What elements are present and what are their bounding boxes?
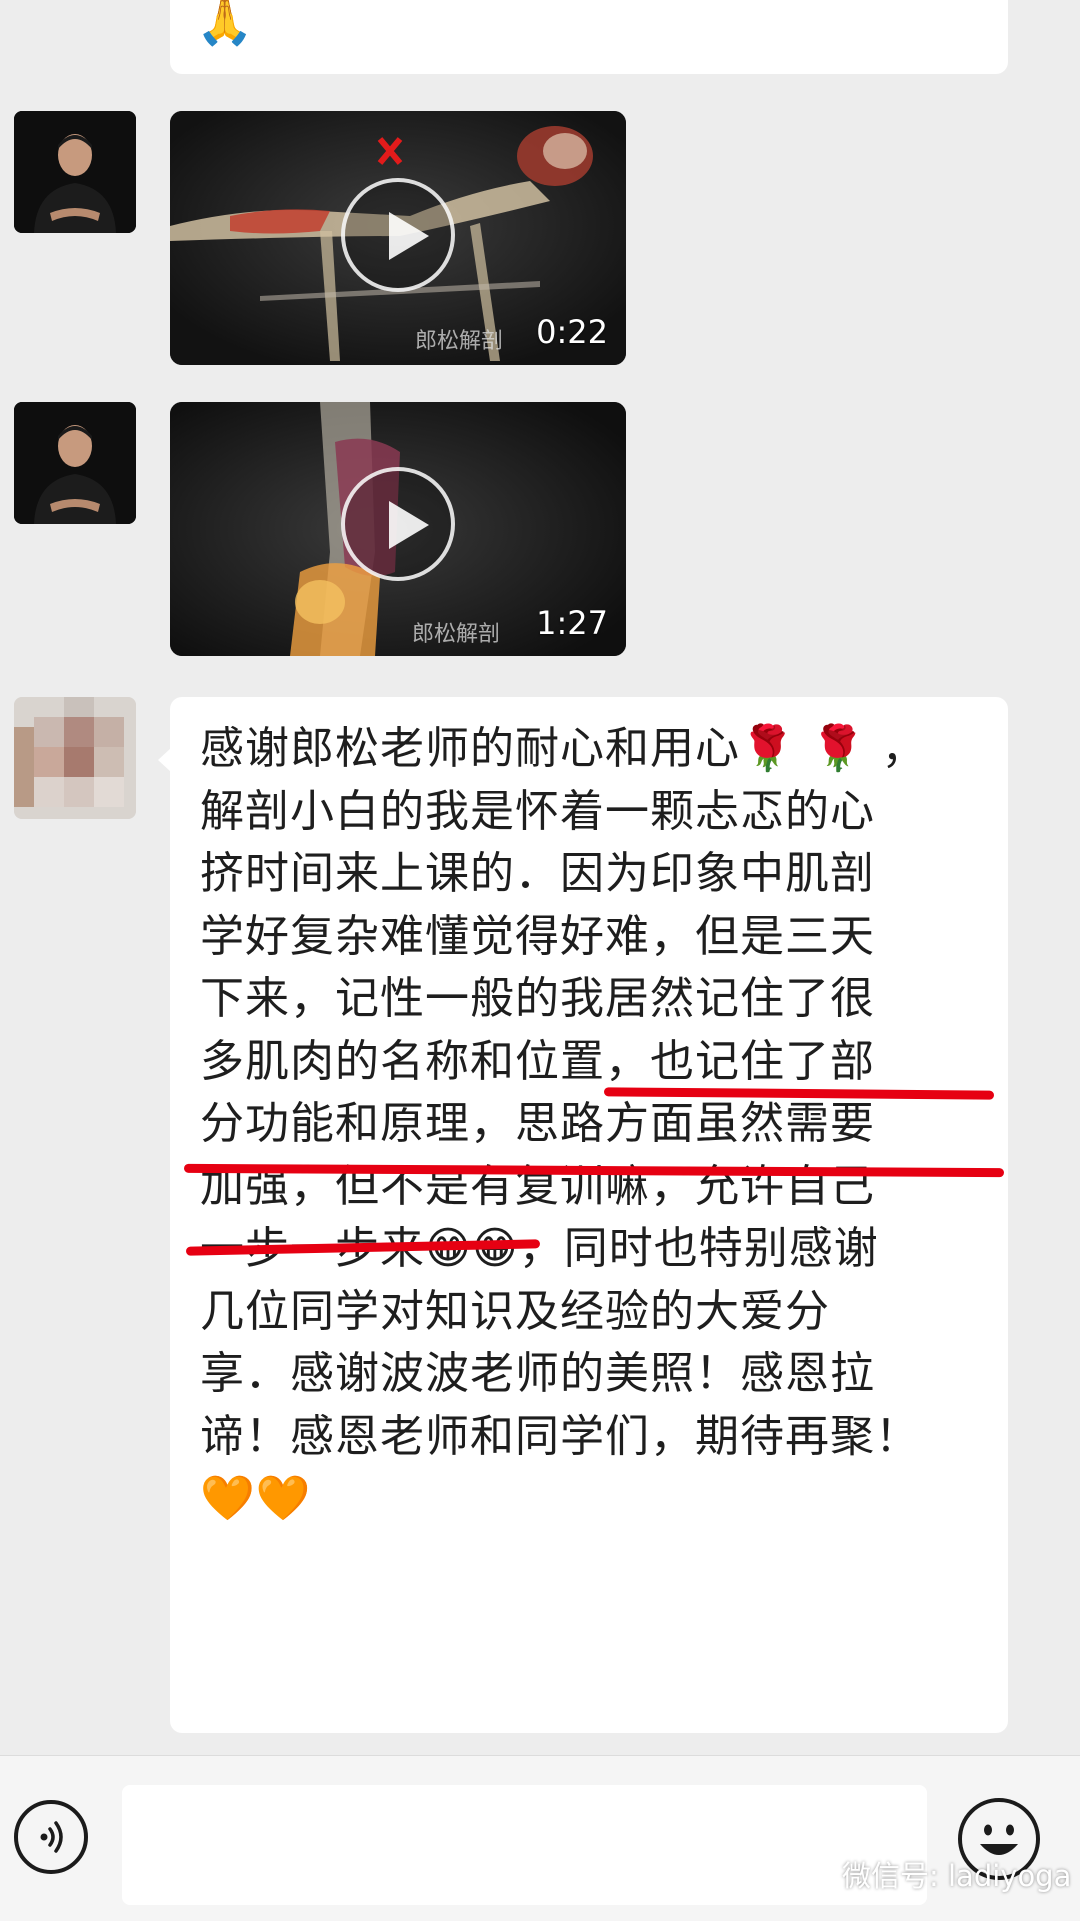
message-line: 感谢郎松老师的耐心和用心🌹 🌹 ， — [200, 723, 927, 774]
message-line: 下来，记性一般的我居然记住了很 — [200, 973, 875, 1024]
message-line: 学好复杂难懂觉得好难，但是三天 — [200, 910, 875, 962]
voice-icon[interactable] — [14, 1800, 88, 1874]
video-duration: 1:27 — [536, 604, 608, 642]
message-text: 感谢郎松老师的耐心和用心🌹 🌹 ， 解剖小白的我是怀着一颗忐忑的心 挤时间来上课… — [200, 718, 990, 1531]
message-line: 几位同学对知识及经验的大爱分 — [200, 1285, 830, 1337]
avatar-sender-2[interactable] — [14, 402, 136, 524]
video-message-2[interactable]: 郎松解剖 1:27 — [170, 402, 626, 656]
play-icon[interactable] — [341, 178, 455, 292]
play-icon[interactable] — [341, 467, 455, 581]
message-line: 解剖小白的我是怀着一颗忐忑的心 — [200, 785, 875, 837]
bubble-tail — [158, 748, 171, 772]
wechat-icon — [790, 1858, 833, 1889]
avatar-sender-3[interactable] — [14, 697, 136, 819]
video-caption: 郎松解剖 — [415, 329, 504, 354]
message-bubble-top[interactable]: 🙏 — [170, 0, 1008, 74]
message-line: 分功能和原理，思路方面虽然需要 — [200, 1098, 875, 1149]
message-line: 享．感谢波波老师的美照！感恩拉 — [200, 1348, 875, 1399]
video-message-1[interactable]: 郎松解剖 0:22 — [170, 111, 626, 365]
message-line: 🧡🧡 — [200, 1473, 312, 1524]
video-caption: 郎松解剖 — [412, 622, 501, 647]
video-duration: 0:22 — [536, 313, 608, 351]
message-line: 谛！感恩老师和同学们，期待再聚！ — [200, 1410, 920, 1462]
avatar-sender-1[interactable] — [14, 111, 136, 233]
pray-emoji: 🙏 — [196, 0, 254, 48]
message-line: 多肌肉的名称和位置，也记住了部 — [200, 1035, 875, 1087]
watermark-text: 微信号: ladiyoga — [842, 1859, 1072, 1893]
message-line: 挤时间来上课的．因为印象中肌剖 — [200, 848, 875, 899]
watermark: 微信号: ladiyoga — [790, 1853, 1071, 1895]
